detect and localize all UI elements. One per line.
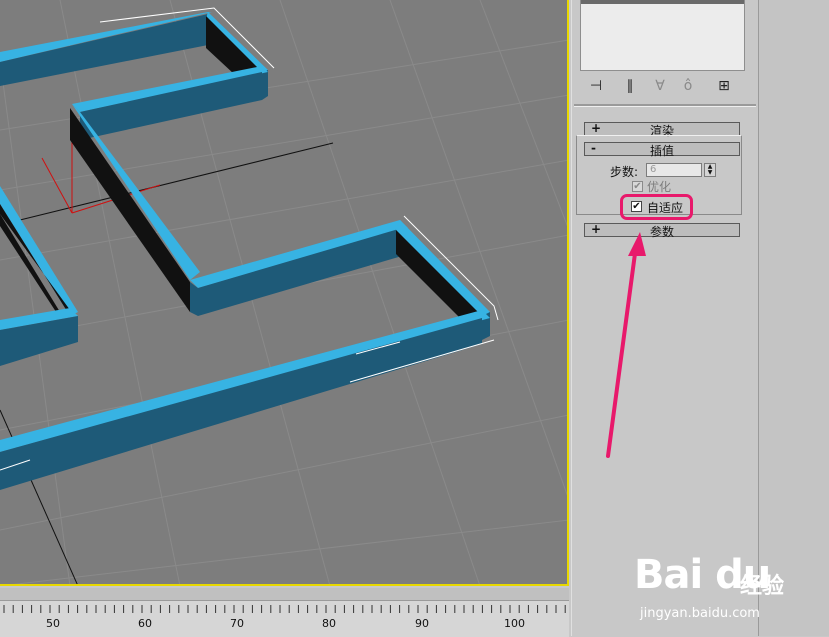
- steps-spinner[interactable]: ▲ ▼: [704, 163, 716, 177]
- steps-label: 步数:: [610, 165, 639, 179]
- modifier-stack-selected-row[interactable]: [581, 0, 744, 4]
- perspective-viewport[interactable]: [0, 0, 569, 586]
- panel-separator: [574, 104, 756, 107]
- pin-stack-icon[interactable]: ⊣: [586, 76, 606, 96]
- viewport-grid: [0, 0, 567, 584]
- rollout-parameters-title: 参数: [649, 225, 674, 239]
- optimize-checkbox[interactable]: ✔: [632, 181, 643, 192]
- rollout-rendering[interactable]: + 渲染: [584, 121, 740, 138]
- steps-input[interactable]: 6: [646, 163, 702, 177]
- ruler-ticks: [3, 605, 566, 613]
- tick-label-90: 90: [415, 617, 429, 630]
- right-side-strip: [758, 0, 829, 636]
- make-unique-icon[interactable]: ∀: [650, 76, 670, 96]
- remove-modifier-icon[interactable]: ô: [678, 76, 698, 96]
- tick-label-100: 100: [504, 617, 525, 630]
- command-panel: ⊣ ∥ ∀ ô ⊞ + 渲染 - 插值 + 参数: [571, 0, 758, 636]
- tick-label-50: 50: [46, 617, 60, 630]
- optimize-label: 优化: [647, 180, 672, 194]
- watermark-url: jingyan.baidu.com: [640, 606, 760, 621]
- timeline-ruler[interactable]: 50 60 70 80 90 100: [0, 600, 569, 637]
- modifier-stack-list[interactable]: [580, 0, 745, 71]
- show-end-result-icon[interactable]: ∥: [620, 76, 640, 96]
- annotation-highlight-box: [620, 194, 693, 220]
- tick-label-80: 80: [322, 617, 336, 630]
- modifier-stack-toolbar: ⊣ ∥ ∀ ô ⊞: [580, 74, 743, 98]
- viewport-scene: [0, 0, 567, 584]
- configure-sets-icon[interactable]: ⊞: [714, 76, 734, 96]
- rollout-parameters[interactable]: + 参数: [584, 222, 740, 239]
- watermark-cn-text: 经验: [740, 574, 785, 599]
- tick-label-60: 60: [138, 617, 152, 630]
- baidu-watermark: Bai du 经验 jingyan.baidu.com: [634, 546, 824, 630]
- tick-label-70: 70: [230, 617, 244, 630]
- viewport-status-strip: [0, 588, 569, 600]
